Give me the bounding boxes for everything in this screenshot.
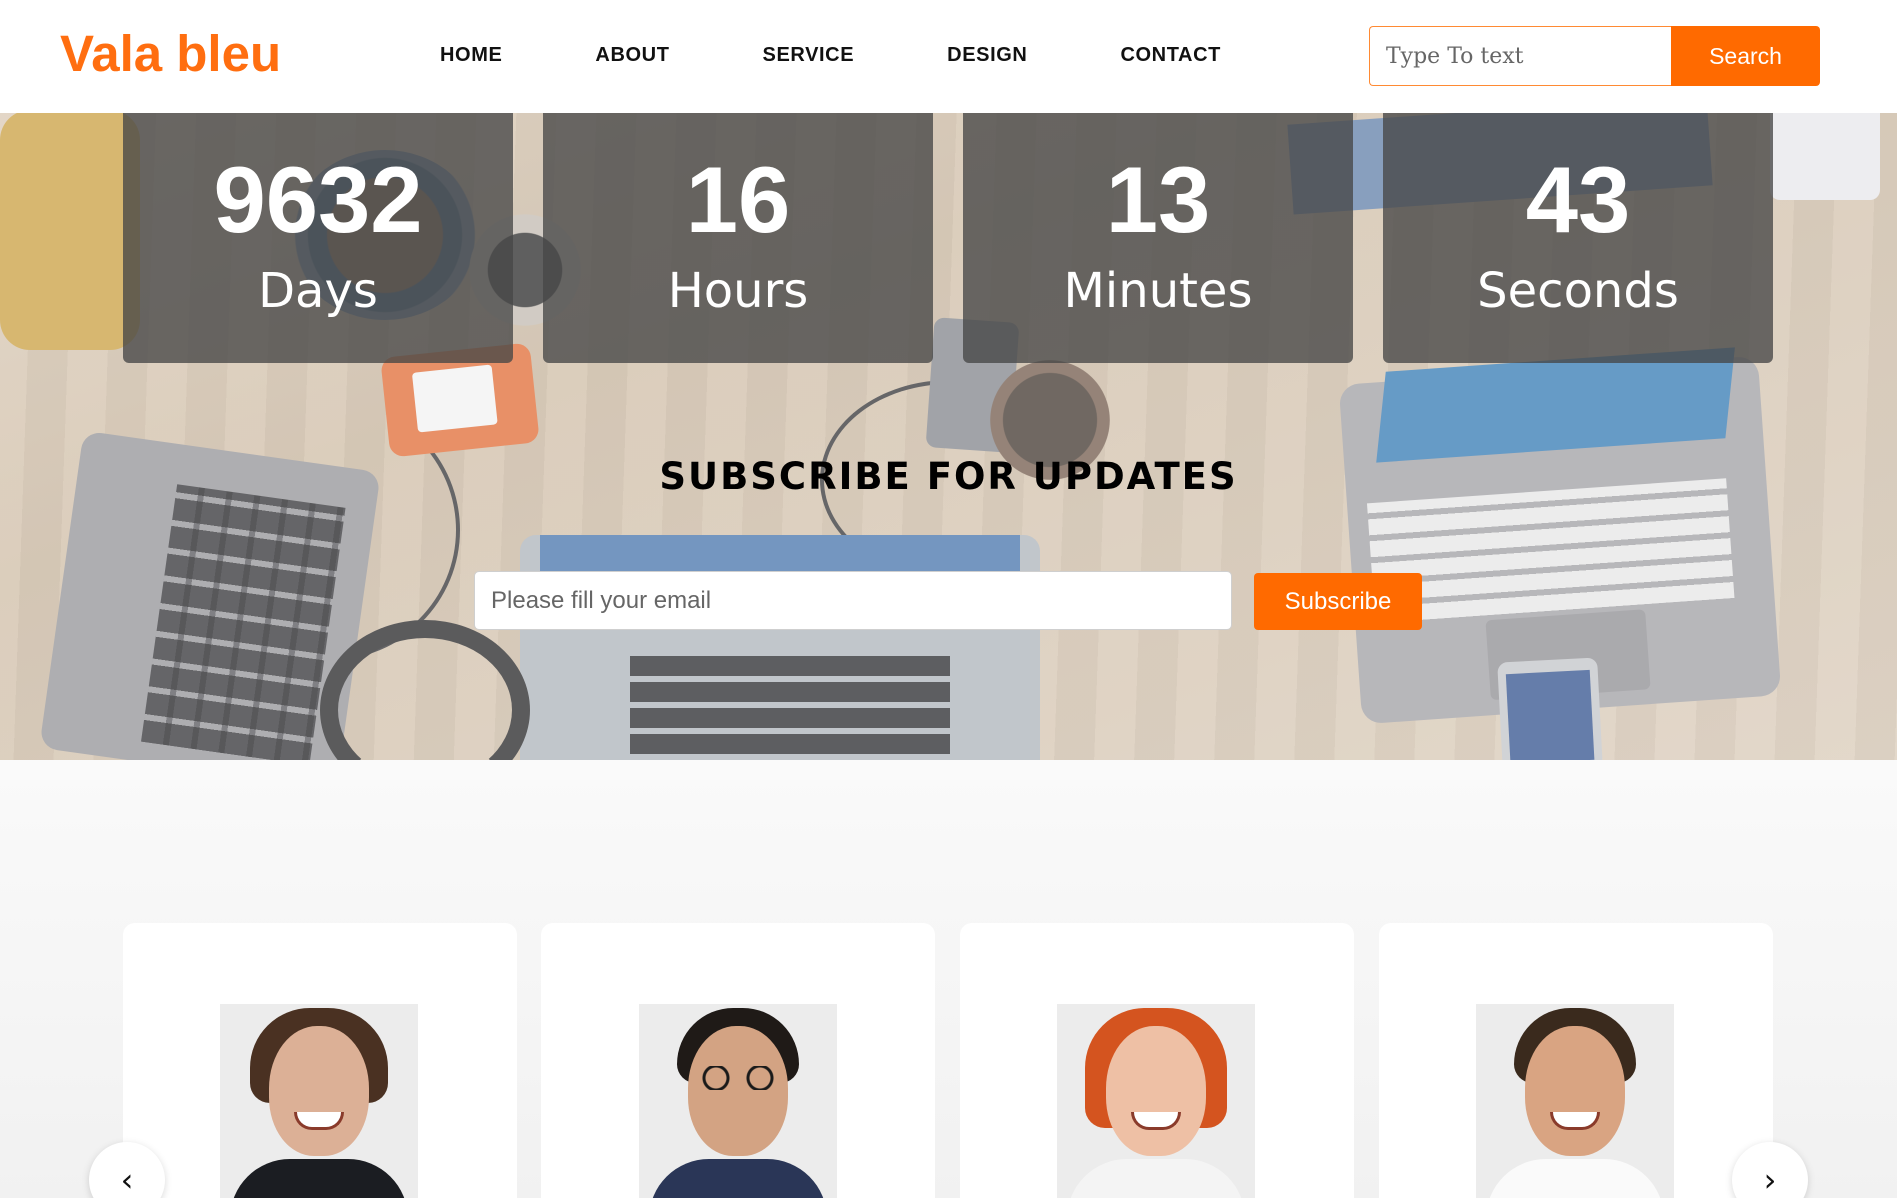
nav-service[interactable]: SERVICE (763, 44, 855, 67)
countdown-value: 9632 (213, 147, 423, 252)
countdown-days: 9632 Days (123, 113, 513, 363)
search-button[interactable]: Search (1671, 26, 1820, 86)
countdown-value: 13 (1105, 147, 1211, 252)
countdown-label: Days (258, 263, 378, 319)
nav-design[interactable]: DESIGN (947, 44, 1027, 67)
countdown-hours: 16 Hours (543, 113, 933, 363)
subscribe-title: SUBSCRIBE FOR UPDATES (659, 455, 1238, 498)
countdown-value: 43 (1525, 147, 1631, 252)
brand-logo[interactable]: Vala bleu (60, 24, 281, 83)
email-field[interactable] (474, 571, 1232, 630)
countdown-label: Seconds (1477, 263, 1679, 319)
countdown-label: Minutes (1063, 263, 1253, 319)
countdown-label: Hours (667, 263, 809, 319)
search-input[interactable] (1369, 26, 1671, 86)
nav-contact[interactable]: CONTACT (1120, 44, 1220, 67)
chevron-left-icon: ‹ (120, 1161, 134, 1198)
countdown-minutes: 13 Minutes (963, 113, 1353, 363)
team-member-photo (1476, 1004, 1674, 1198)
search-bar: Search (1369, 26, 1820, 86)
site-header: Vala bleu HOME ABOUT SERVICE DESIGN CONT… (0, 0, 1897, 113)
nav-home[interactable]: HOME (440, 44, 502, 67)
countdown-value: 16 (685, 147, 791, 252)
nav-about[interactable]: ABOUT (595, 44, 669, 67)
main-nav: HOME ABOUT SERVICE DESIGN CONTACT (440, 44, 1314, 67)
subscribe-button[interactable]: Subscribe (1254, 573, 1422, 630)
chevron-right-icon: › (1763, 1161, 1777, 1198)
countdown-seconds: 43 Seconds (1383, 113, 1773, 363)
team-member-photo (1057, 1004, 1255, 1198)
team-member-photo (220, 1004, 418, 1198)
team-member-photo (639, 1004, 837, 1198)
